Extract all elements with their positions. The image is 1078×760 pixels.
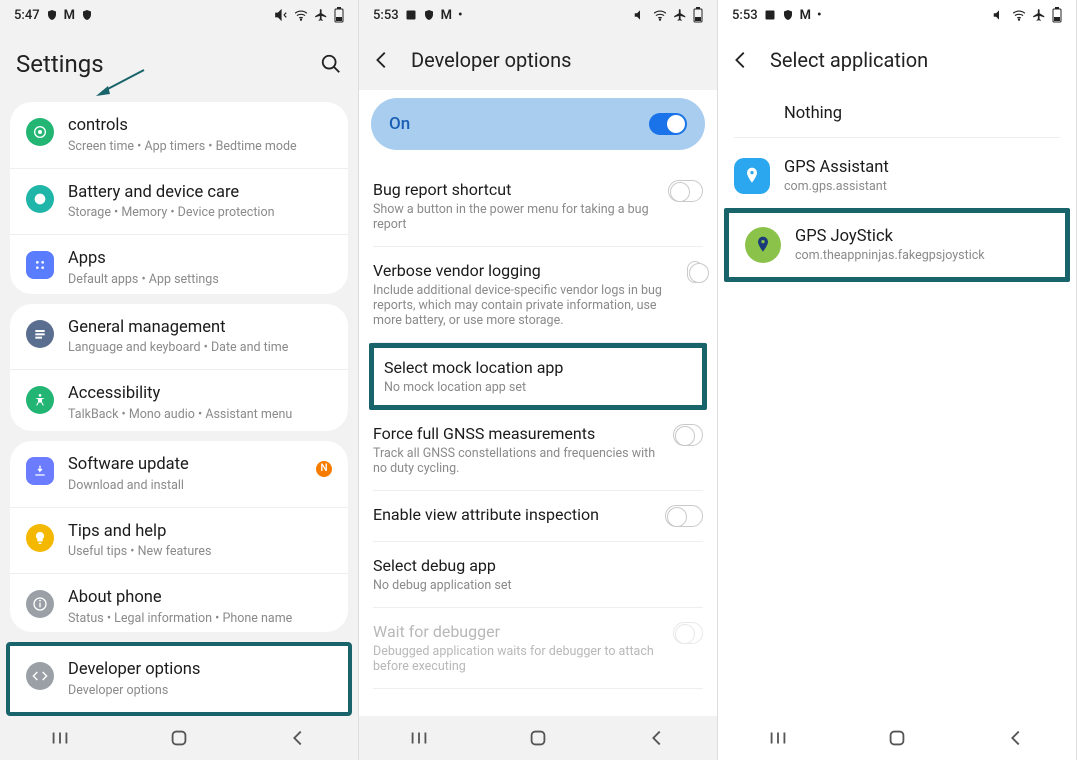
m-icon: M — [441, 8, 452, 23]
settings-item-general[interactable]: General management Language and keyboard… — [10, 304, 348, 370]
settings-item-software-update[interactable]: Software update Download and install N — [10, 441, 348, 507]
battery-care-icon — [26, 185, 54, 213]
settings-item-accessibility[interactable]: Accessibility TalkBack • Mono audio • As… — [10, 369, 348, 431]
accessibility-icon — [26, 386, 54, 414]
nav-bar — [0, 716, 358, 760]
nav-bar — [359, 716, 717, 760]
toggle-off-icon — [673, 622, 703, 644]
general-icon — [26, 320, 54, 348]
m-icon: M — [800, 8, 811, 23]
search-icon[interactable] — [320, 53, 342, 75]
toggle-off-icon[interactable] — [687, 261, 703, 283]
settings-item-battery[interactable]: Battery and device care Storage • Memory… — [10, 168, 348, 235]
status-time: 5:53 — [373, 8, 399, 23]
toggle-off-icon[interactable] — [673, 424, 703, 446]
nav-back-icon[interactable] — [287, 727, 309, 749]
settings-item-developer-options[interactable]: Developer options Developer options — [10, 646, 348, 712]
dev-item-bug-report-shortcut[interactable]: Bug report shortcut Show a button in the… — [373, 166, 703, 247]
gps-joystick-icon — [745, 227, 781, 263]
divider — [734, 137, 1060, 138]
developer-icon — [26, 662, 54, 690]
airplane-icon — [673, 8, 687, 22]
controls-icon — [26, 118, 54, 146]
page-title: Developer options — [411, 48, 571, 72]
on-label: On — [389, 114, 410, 134]
toggle-on-icon[interactable] — [649, 113, 687, 135]
settings-header: Settings — [0, 30, 358, 102]
airplane-icon — [1032, 8, 1046, 22]
highlight-developer-options: Developer options Developer options — [6, 642, 352, 716]
app-item-gps-joystick[interactable]: GPS JoyStick com.theappninjas.fakegpsjoy… — [729, 213, 1065, 277]
wifi-icon — [653, 8, 667, 22]
status-bar: 5:53 M • — [718, 0, 1076, 30]
settings-group: General management Language and keyboard… — [10, 304, 348, 431]
settings-item-about[interactable]: About phone Status • Legal information •… — [10, 573, 348, 632]
nav-back-icon[interactable] — [1005, 727, 1027, 749]
update-icon — [26, 457, 54, 485]
toggle-off-icon[interactable] — [665, 505, 703, 527]
wifi-icon — [294, 8, 308, 22]
dev-item-wait-for-debugger: Wait for debugger Debugged application w… — [373, 608, 703, 689]
nav-recents-icon[interactable] — [49, 727, 71, 749]
dev-item-verbose-vendor-logging[interactable]: Verbose vendor logging Include additiona… — [373, 247, 703, 343]
settings-item-apps[interactable]: Apps Default apps • App settings — [10, 234, 348, 293]
battery-icon — [693, 7, 703, 23]
annotation-arrow-icon — [96, 68, 146, 98]
image-icon — [405, 9, 417, 21]
status-bar: 5:47 M — [0, 0, 358, 30]
back-icon[interactable] — [730, 49, 752, 71]
airplane-icon — [314, 8, 328, 22]
shield-icon — [46, 9, 58, 21]
back-icon[interactable] — [371, 49, 393, 71]
m-icon: M — [64, 8, 75, 23]
settings-item-tips[interactable]: Tips and help Useful tips • New features — [10, 507, 348, 574]
dev-item-select-debug-app[interactable]: Select debug app No debug application se… — [373, 542, 703, 608]
status-bar: 5:53 M • — [359, 0, 717, 30]
nav-recents-icon[interactable] — [408, 727, 430, 749]
about-icon — [26, 590, 54, 618]
tips-icon — [26, 524, 54, 552]
battery-icon — [1052, 7, 1062, 23]
page-title: Settings — [16, 50, 104, 78]
dev-item-force-gnss[interactable]: Force full GNSS measurements Track all G… — [373, 410, 703, 491]
highlight-select-mock-location[interactable]: Select mock location app No mock locatio… — [369, 343, 707, 410]
developer-header: Developer options — [359, 30, 717, 90]
notification-badge: N — [316, 461, 332, 477]
battery-icon — [334, 7, 344, 23]
shield-icon — [423, 9, 435, 21]
highlight-gps-joystick: GPS JoyStick com.theappninjas.fakegpsjoy… — [724, 208, 1070, 282]
dot-icon: • — [458, 8, 463, 23]
dot-icon: • — [817, 8, 822, 23]
nav-home-icon[interactable] — [886, 727, 908, 749]
nav-home-icon[interactable] — [527, 727, 549, 749]
app-item-gps-assistant[interactable]: GPS Assistant com.gps.assistant — [718, 144, 1076, 208]
select-app-header: Select application — [718, 30, 1076, 90]
apps-icon — [26, 251, 54, 279]
developer-options-master-toggle[interactable]: On — [371, 98, 705, 150]
mute-icon — [274, 8, 288, 22]
shield-icon — [81, 9, 93, 21]
nav-recents-icon[interactable] — [767, 727, 789, 749]
settings-item-controls[interactable]: controls Screen time • App timers • Bedt… — [10, 102, 348, 168]
settings-group: Software update Download and install N T… — [10, 441, 348, 633]
toggle-off-icon[interactable] — [668, 180, 703, 202]
settings-group: controls Screen time • App timers • Bedt… — [10, 102, 348, 294]
nav-back-icon[interactable] — [646, 727, 668, 749]
nav-bar — [718, 716, 1076, 760]
page-title: Select application — [770, 48, 928, 72]
dev-item-view-attribute-inspection[interactable]: Enable view attribute inspection — [373, 491, 703, 542]
image-icon — [764, 9, 776, 21]
nav-home-icon[interactable] — [168, 727, 190, 749]
settings-scroll[interactable]: controls Screen time • App timers • Bedt… — [0, 102, 358, 716]
mute-icon — [992, 8, 1006, 22]
shield-icon — [782, 9, 794, 21]
wifi-icon — [1012, 8, 1026, 22]
status-time: 5:53 — [732, 8, 758, 23]
mute-icon — [633, 8, 647, 22]
gps-assistant-icon — [734, 158, 770, 194]
status-time: 5:47 — [14, 8, 40, 23]
app-item-nothing[interactable]: Nothing — [718, 90, 1076, 137]
